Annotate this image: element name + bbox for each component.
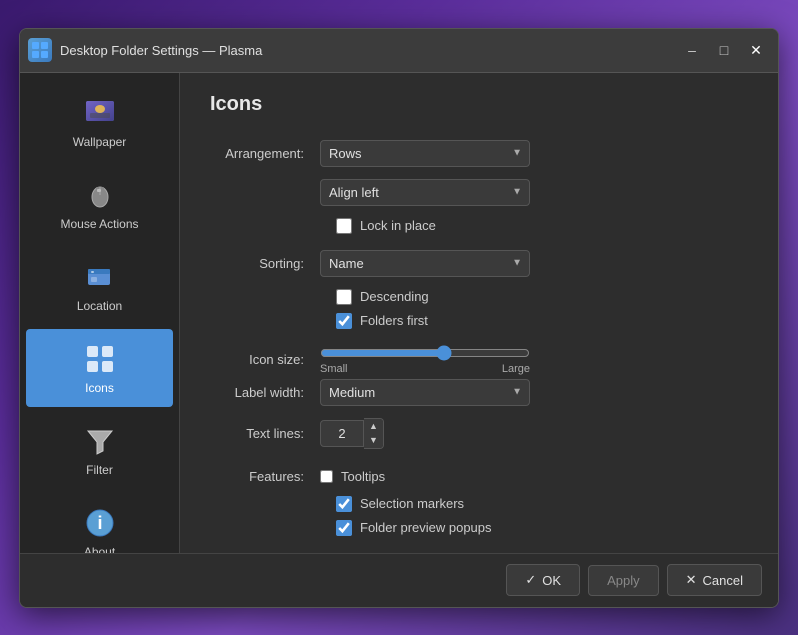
align-select[interactable]: Align left Align right Align center: [320, 179, 530, 206]
sidebar-item-mouse-actions[interactable]: Mouse Actions: [26, 165, 173, 243]
features-label: Features:: [210, 469, 320, 484]
ok-icon: ✓: [525, 572, 536, 588]
sidebar-label-filter: Filter: [86, 463, 113, 477]
about-icon: i: [82, 505, 118, 541]
sidebar: Wallpaper Mouse Actions: [20, 73, 180, 553]
tooltips-label: Tooltips: [341, 469, 385, 484]
app-icon: [28, 38, 52, 62]
label-width-label: Label width:: [210, 385, 320, 400]
location-icon: [82, 259, 118, 295]
lock-label: Lock in place: [360, 218, 436, 233]
sidebar-label-icons: Icons: [85, 381, 114, 395]
title-bar: Desktop Folder Settings — Plasma – □ ✕: [20, 29, 778, 73]
descending-label: Descending: [360, 289, 429, 304]
folder-preview-label: Folder preview popups: [360, 520, 492, 535]
mouse-icon: [82, 177, 118, 213]
cancel-icon: ✕: [686, 572, 697, 588]
sorting-select-wrapper: Name Size Date Type: [320, 250, 530, 277]
arrangement-select[interactable]: Rows Columns: [320, 140, 530, 167]
wallpaper-icon: [82, 95, 118, 131]
ok-button[interactable]: ✓ OK: [506, 564, 580, 596]
page-title: Icons: [210, 93, 748, 116]
sidebar-item-about[interactable]: i About: [26, 493, 173, 553]
slider-labels: Small Large: [320, 363, 530, 375]
icon-size-row: Icon size: Small Large: [210, 345, 748, 375]
sidebar-label-location: Location: [77, 299, 122, 313]
text-lines-label: Text lines:: [210, 426, 320, 441]
icon-size-slider[interactable]: [320, 345, 530, 361]
folder-preview-checkbox[interactable]: [336, 520, 352, 536]
filter-icon: [82, 423, 118, 459]
sidebar-item-wallpaper[interactable]: Wallpaper: [26, 83, 173, 161]
folders-first-checkbox[interactable]: [336, 313, 352, 329]
text-lines-spinbox: ▲ ▼: [320, 418, 530, 449]
selection-markers-label: Selection markers: [360, 496, 464, 511]
window-title: Desktop Folder Settings — Plasma: [60, 43, 262, 58]
icon-size-slider-wrapper: Small Large: [320, 345, 530, 375]
align-row: Align left Align right Align center: [210, 179, 748, 206]
tooltips-wrapper: Tooltips: [320, 469, 385, 484]
text-lines-input[interactable]: [320, 420, 364, 447]
selection-markers-checkbox[interactable]: [336, 496, 352, 512]
cancel-button[interactable]: ✕ Cancel: [667, 564, 762, 596]
main-window: Desktop Folder Settings — Plasma – □ ✕: [19, 28, 779, 608]
arrangement-label: Arrangement:: [210, 146, 320, 161]
label-width-select-wrapper: Small Medium Large: [320, 379, 530, 406]
folders-first-row: Folders first: [336, 313, 748, 329]
window-body: Wallpaper Mouse Actions: [20, 73, 778, 553]
slider-min-label: Small: [320, 363, 348, 375]
sorting-select[interactable]: Name Size Date Type: [320, 250, 530, 277]
arrangement-row: Arrangement: Rows Columns: [210, 140, 748, 167]
minimize-button[interactable]: –: [678, 36, 706, 64]
maximize-button[interactable]: □: [710, 36, 738, 64]
icons-icon: [82, 341, 118, 377]
title-bar-left: Desktop Folder Settings — Plasma: [28, 38, 262, 62]
descending-row: Descending: [336, 289, 748, 305]
bottom-bar: ✓ OK Apply ✕ Cancel: [20, 553, 778, 607]
spinbox-up-button[interactable]: ▲: [364, 419, 383, 434]
folders-first-label: Folders first: [360, 313, 428, 328]
text-lines-row: Text lines: ▲ ▼: [210, 418, 748, 449]
selection-markers-row: Selection markers: [336, 496, 748, 512]
features-tooltips-row: Features: Tooltips: [210, 469, 748, 484]
apply-label: Apply: [607, 573, 640, 588]
close-button[interactable]: ✕: [742, 36, 770, 64]
cancel-label: Cancel: [703, 573, 743, 588]
content-area: Icons Arrangement: Rows Columns Align le…: [180, 73, 778, 553]
apply-button[interactable]: Apply: [588, 565, 659, 596]
label-width-select[interactable]: Small Medium Large: [320, 379, 530, 406]
tooltips-checkbox[interactable]: [320, 470, 333, 483]
spinbox-buttons: ▲ ▼: [364, 418, 384, 449]
spinbox-down-button[interactable]: ▼: [364, 433, 383, 448]
sidebar-label-about: About: [84, 545, 115, 553]
lock-row: Lock in place: [336, 218, 748, 234]
descending-checkbox[interactable]: [336, 289, 352, 305]
window-controls: – □ ✕: [678, 36, 770, 64]
label-width-row: Label width: Small Medium Large: [210, 379, 748, 406]
ok-label: OK: [542, 573, 561, 588]
align-select-wrapper: Align left Align right Align center: [320, 179, 530, 206]
folder-preview-row: Folder preview popups: [336, 520, 748, 536]
sidebar-item-icons[interactable]: Icons: [26, 329, 173, 407]
sidebar-item-filter[interactable]: Filter: [26, 411, 173, 489]
sidebar-label-mouse-actions: Mouse Actions: [60, 217, 138, 231]
sorting-label: Sorting:: [210, 256, 320, 271]
slider-max-label: Large: [502, 363, 530, 375]
icon-size-label: Icon size:: [210, 352, 320, 367]
sidebar-label-wallpaper: Wallpaper: [73, 135, 127, 149]
arrangement-select-wrapper: Rows Columns: [320, 140, 530, 167]
sorting-row: Sorting: Name Size Date Type: [210, 250, 748, 277]
svg-text:i: i: [97, 513, 102, 533]
lock-checkbox[interactable]: [336, 218, 352, 234]
sidebar-item-location[interactable]: Location: [26, 247, 173, 325]
